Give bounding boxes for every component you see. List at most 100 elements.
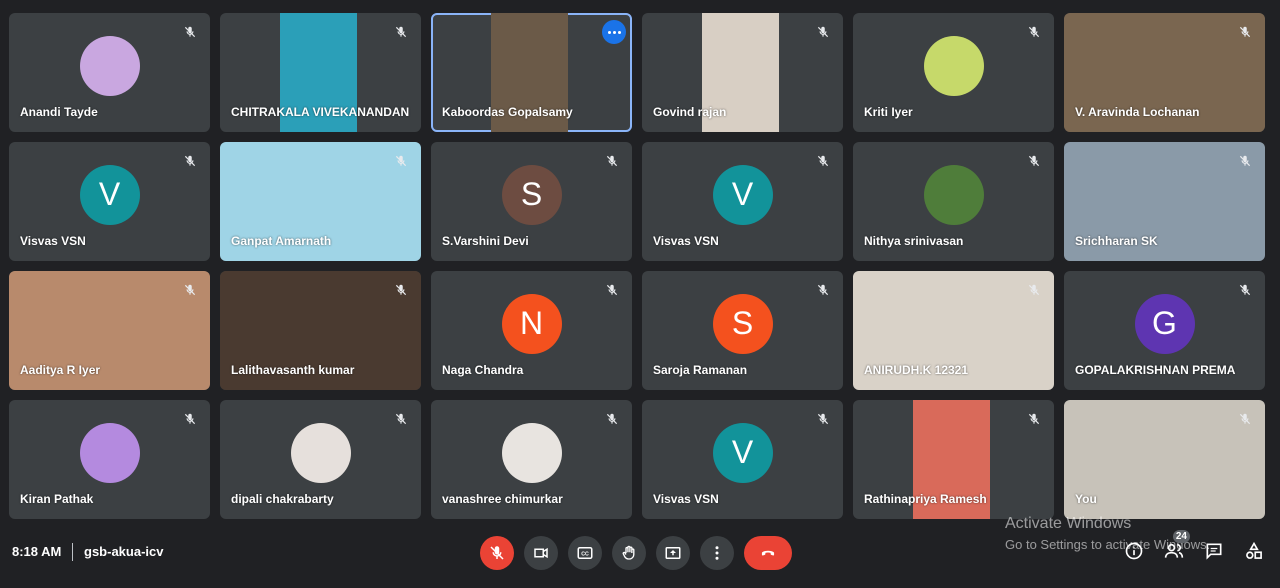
participant-tile[interactable]: Rathinapriya Ramesh	[853, 400, 1054, 519]
call-controls: CC	[480, 536, 792, 570]
participant-tile[interactable]: Anandi Tayde	[9, 13, 210, 132]
participant-tile[interactable]: V. Aravinda Lochanan	[1064, 13, 1265, 132]
info-icon	[1125, 542, 1143, 560]
chat-button[interactable]	[1202, 539, 1226, 563]
participant-tile[interactable]: Ganpat Amarnath	[220, 142, 421, 261]
svg-text:CC: CC	[581, 551, 589, 557]
mic-muted-icon	[180, 280, 200, 300]
participant-tile[interactable]: V Visvas VSN	[9, 142, 210, 261]
tile-more-options-button[interactable]	[602, 20, 626, 44]
participant-name: Srichharan SK	[1075, 234, 1158, 248]
mic-muted-icon	[1235, 22, 1255, 42]
participant-tile[interactable]: S Saroja Ramanan	[642, 271, 843, 390]
participant-tile[interactable]: dipali chakrabarty	[220, 400, 421, 519]
mic-muted-icon	[391, 409, 411, 429]
participant-tile[interactable]: S S.Varshini Devi	[431, 142, 632, 261]
participant-tile[interactable]: vanashree chimurkar	[431, 400, 632, 519]
mic-muted-icon	[813, 22, 833, 42]
mic-muted-icon	[602, 280, 622, 300]
meeting-details-button[interactable]	[1122, 539, 1146, 563]
avatar	[923, 164, 984, 225]
avatar: V	[712, 164, 773, 225]
mic-muted-icon	[1235, 280, 1255, 300]
mic-muted-icon	[391, 22, 411, 42]
camera-icon	[534, 547, 548, 559]
mic-muted-icon	[813, 280, 833, 300]
mic-muted-icon	[180, 151, 200, 171]
participant-name: Kiran Pathak	[20, 492, 94, 506]
more-vert-icon	[715, 546, 719, 560]
avatar	[79, 35, 140, 96]
avatar: V	[79, 164, 140, 225]
meeting-code: gsb-akua-icv	[84, 544, 164, 559]
divider	[72, 543, 73, 561]
participant-tile[interactable]: Kriti Iyer	[853, 13, 1054, 132]
participant-tile[interactable]: V Visvas VSN	[642, 142, 843, 261]
participant-name: Saroja Ramanan	[653, 363, 748, 377]
participant-name: Aaditya R Iyer	[20, 363, 101, 377]
participant-name: V. Aravinda Lochanan	[1075, 105, 1200, 119]
participant-tile[interactable]: Kiran Pathak	[9, 400, 210, 519]
toggle-mic-button[interactable]	[480, 536, 514, 570]
avatar: S	[712, 293, 773, 354]
participant-name: Ganpat Amarnath	[231, 234, 332, 248]
avatar: N	[501, 293, 562, 354]
activities-icon	[1246, 541, 1262, 559]
people-count-badge: 24	[1172, 530, 1190, 543]
participant-name: Nithya srinivasan	[864, 234, 964, 248]
participant-tile[interactable]: Nithya srinivasan	[853, 142, 1054, 261]
raise-hand-button[interactable]	[612, 536, 646, 570]
participant-tile[interactable]: Srichharan SK	[1064, 142, 1265, 261]
people-icon	[1164, 543, 1184, 558]
participant-tile[interactable]: Kaboordas Gopalsamy	[431, 13, 632, 132]
participant-name: Kriti Iyer	[864, 105, 913, 119]
participant-name: Rathinapriya Ramesh	[864, 492, 987, 506]
participant-tile[interactable]: Govind rajan	[642, 13, 843, 132]
mic-muted-icon	[602, 409, 622, 429]
chat-icon	[1206, 543, 1222, 560]
participant-name: Kaboordas Gopalsamy	[442, 105, 573, 119]
avatar	[923, 35, 984, 96]
participant-name: S.Varshini Devi	[442, 234, 529, 248]
participant-name: dipali chakrabarty	[231, 492, 334, 506]
participant-tile[interactable]: CHITRAKALA VIVEKANANDAN	[220, 13, 421, 132]
participant-tile[interactable]: Lalithavasanth kumar	[220, 271, 421, 390]
hand-icon	[622, 545, 635, 560]
more-options-button[interactable]	[700, 536, 734, 570]
captions-button[interactable]: CC	[568, 536, 602, 570]
people-button[interactable]: 24	[1162, 530, 1190, 563]
mic-muted-icon	[1024, 22, 1044, 42]
mic-muted-icon	[1024, 280, 1044, 300]
participant-tile[interactable]: ANIRUDH.K 12321	[853, 271, 1054, 390]
participant-name: Govind rajan	[653, 105, 727, 119]
mic-muted-icon	[391, 280, 411, 300]
participant-tile[interactable]: V Visvas VSN	[642, 400, 843, 519]
captions-icon: CC	[577, 547, 593, 559]
participant-tile[interactable]: Aaditya R Iyer	[9, 271, 210, 390]
participant-name: Lalithavasanth kumar	[231, 363, 355, 377]
leave-call-button[interactable]	[744, 536, 792, 570]
present-icon	[665, 547, 681, 559]
participant-tile[interactable]: G GOPALAKRISHNAN PREMA	[1064, 271, 1265, 390]
mic-muted-icon	[1024, 151, 1044, 171]
mic-muted-icon	[180, 409, 200, 429]
participant-name: GOPALAKRISHNAN PREMA	[1075, 363, 1236, 377]
avatar: V	[712, 422, 773, 483]
mic-muted-icon	[813, 409, 833, 429]
mic-muted-icon	[813, 151, 833, 171]
mic-muted-icon	[391, 151, 411, 171]
participant-tile[interactable]: You	[1064, 400, 1265, 519]
present-button[interactable]	[656, 536, 690, 570]
participant-name: Visvas VSN	[20, 234, 86, 248]
participant-name: ANIRUDH.K 12321	[864, 363, 969, 377]
participant-name: You	[1075, 492, 1097, 506]
activities-button[interactable]	[1242, 539, 1266, 563]
avatar: G	[1134, 293, 1195, 354]
bottom-bar: 8:18 AM gsb-akua-icv CC 24	[0, 530, 1280, 588]
mic-muted-icon	[1235, 151, 1255, 171]
mic-muted-icon	[1235, 409, 1255, 429]
toggle-camera-button[interactable]	[524, 536, 558, 570]
participant-tile[interactable]: N Naga Chandra	[431, 271, 632, 390]
side-panel-buttons: 24	[1122, 530, 1266, 563]
avatar	[501, 422, 562, 483]
